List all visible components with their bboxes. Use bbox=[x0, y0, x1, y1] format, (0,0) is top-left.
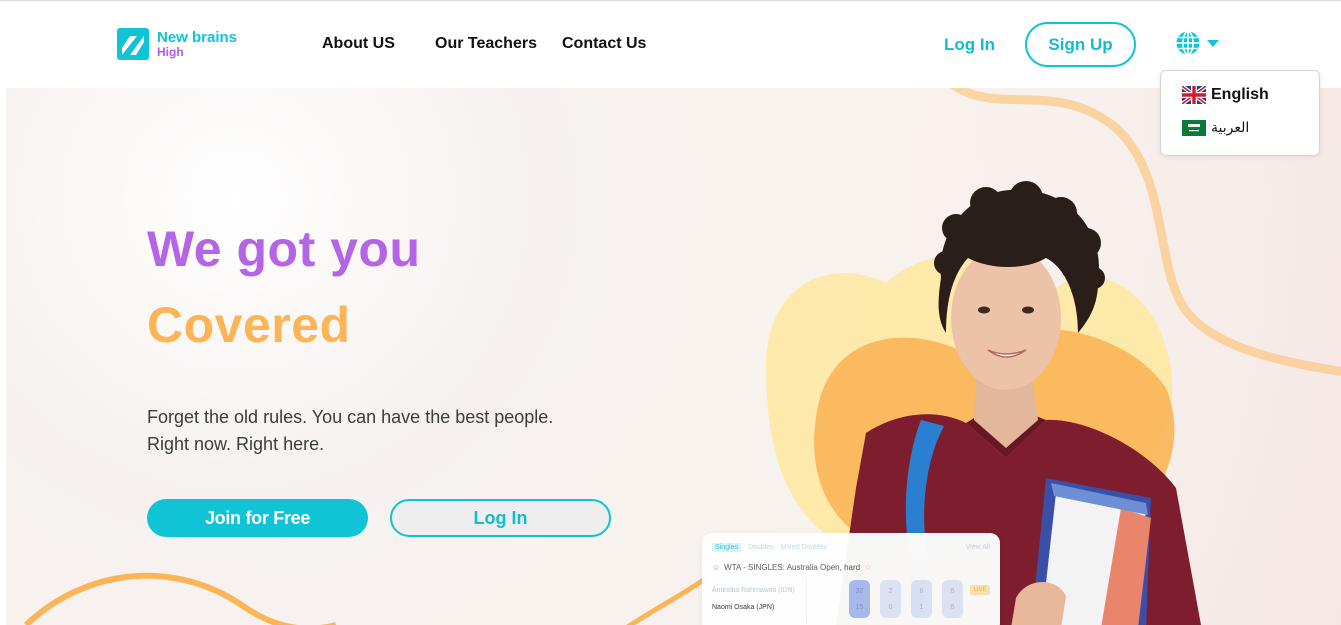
hero-tagline-line2: Right now. Right here. bbox=[147, 434, 325, 454]
hero-section: We got you Covered Forget the old rules.… bbox=[6, 88, 1341, 625]
hero-tagline: Forget the old rules. You can have the b… bbox=[147, 404, 553, 458]
score-set-4: 6 6 bbox=[942, 580, 963, 618]
score-tab-mixed-doubles[interactable]: Mixed Doubles bbox=[781, 544, 827, 552]
score-value: 6 bbox=[950, 603, 955, 611]
signup-button[interactable]: Sign Up bbox=[1025, 22, 1136, 67]
join-for-free-button[interactable]: Join for Free bbox=[147, 499, 368, 537]
player-2-name: Naomi Osaka (JPN) bbox=[712, 604, 775, 611]
score-divider bbox=[806, 579, 807, 623]
hero-tagline-line1: Forget the old rules. You can have the b… bbox=[147, 407, 554, 427]
score-tab-doubles[interactable]: Doubles bbox=[748, 544, 774, 552]
chevron-down-icon bbox=[1207, 39, 1219, 47]
score-card-title-text: WTA - SINGLES: Australia Open, hard bbox=[724, 563, 861, 572]
language-selector[interactable] bbox=[1175, 30, 1219, 56]
score-set-2: 2 0 bbox=[880, 580, 901, 618]
score-card-title: ☺ WTA - SINGLES: Australia Open, hard ☆ bbox=[712, 563, 871, 572]
globe-icon bbox=[1176, 30, 1200, 56]
brand-logo[interactable]: New brains High bbox=[117, 28, 237, 60]
language-label-arabic: العربية bbox=[1211, 120, 1250, 136]
score-value: 0 bbox=[888, 603, 893, 611]
nav-about-us[interactable]: About US bbox=[322, 35, 395, 53]
score-tab-singles[interactable]: Singles bbox=[712, 543, 741, 552]
score-value: 32 bbox=[855, 587, 864, 595]
language-dropdown: English العربية bbox=[1160, 70, 1320, 156]
nav-our-teachers[interactable]: Our Teachers bbox=[435, 35, 537, 53]
logo-mark-icon bbox=[117, 28, 149, 60]
hero-headline-line2: Covered bbox=[147, 297, 351, 353]
nav-contact-us[interactable]: Contact Us bbox=[562, 35, 646, 53]
saudi-flag-icon bbox=[1182, 120, 1206, 136]
player-1-name: Amindita Rahmawati (IDN) bbox=[712, 587, 795, 594]
score-set-1: 32 15 bbox=[849, 580, 870, 618]
score-value: 6 bbox=[950, 587, 955, 595]
uk-flag-icon bbox=[1182, 86, 1206, 104]
score-set-3: 6 1 bbox=[911, 580, 932, 618]
score-value: 1 bbox=[919, 603, 924, 611]
hero-headline-line1: We got you bbox=[147, 221, 421, 277]
live-badge: LIVE bbox=[970, 585, 990, 595]
language-option-arabic[interactable]: العربية bbox=[1182, 120, 1249, 136]
hero-login-button[interactable]: Log In bbox=[390, 499, 611, 537]
site-header: New brains High About US Our Teachers Co… bbox=[0, 4, 1341, 88]
score-value: 2 bbox=[888, 587, 893, 595]
language-label-english: English bbox=[1211, 86, 1269, 103]
score-value: 15 bbox=[855, 603, 864, 611]
star-icon[interactable]: ☆ bbox=[864, 563, 871, 572]
score-view-all-link[interactable]: View All bbox=[966, 544, 990, 551]
score-value: 6 bbox=[919, 587, 924, 595]
score-card-tabs: Singles Doubles Mixed Doubles bbox=[712, 543, 834, 552]
header-login-link[interactable]: Log In bbox=[944, 35, 995, 55]
brand-name: New brains bbox=[157, 29, 238, 46]
score-card: Singles Doubles Mixed Doubles View All ☺… bbox=[702, 533, 1000, 625]
language-option-english[interactable]: English bbox=[1182, 86, 1269, 104]
brand-sub: High bbox=[157, 45, 184, 59]
user-icon: ☺ bbox=[712, 563, 721, 572]
